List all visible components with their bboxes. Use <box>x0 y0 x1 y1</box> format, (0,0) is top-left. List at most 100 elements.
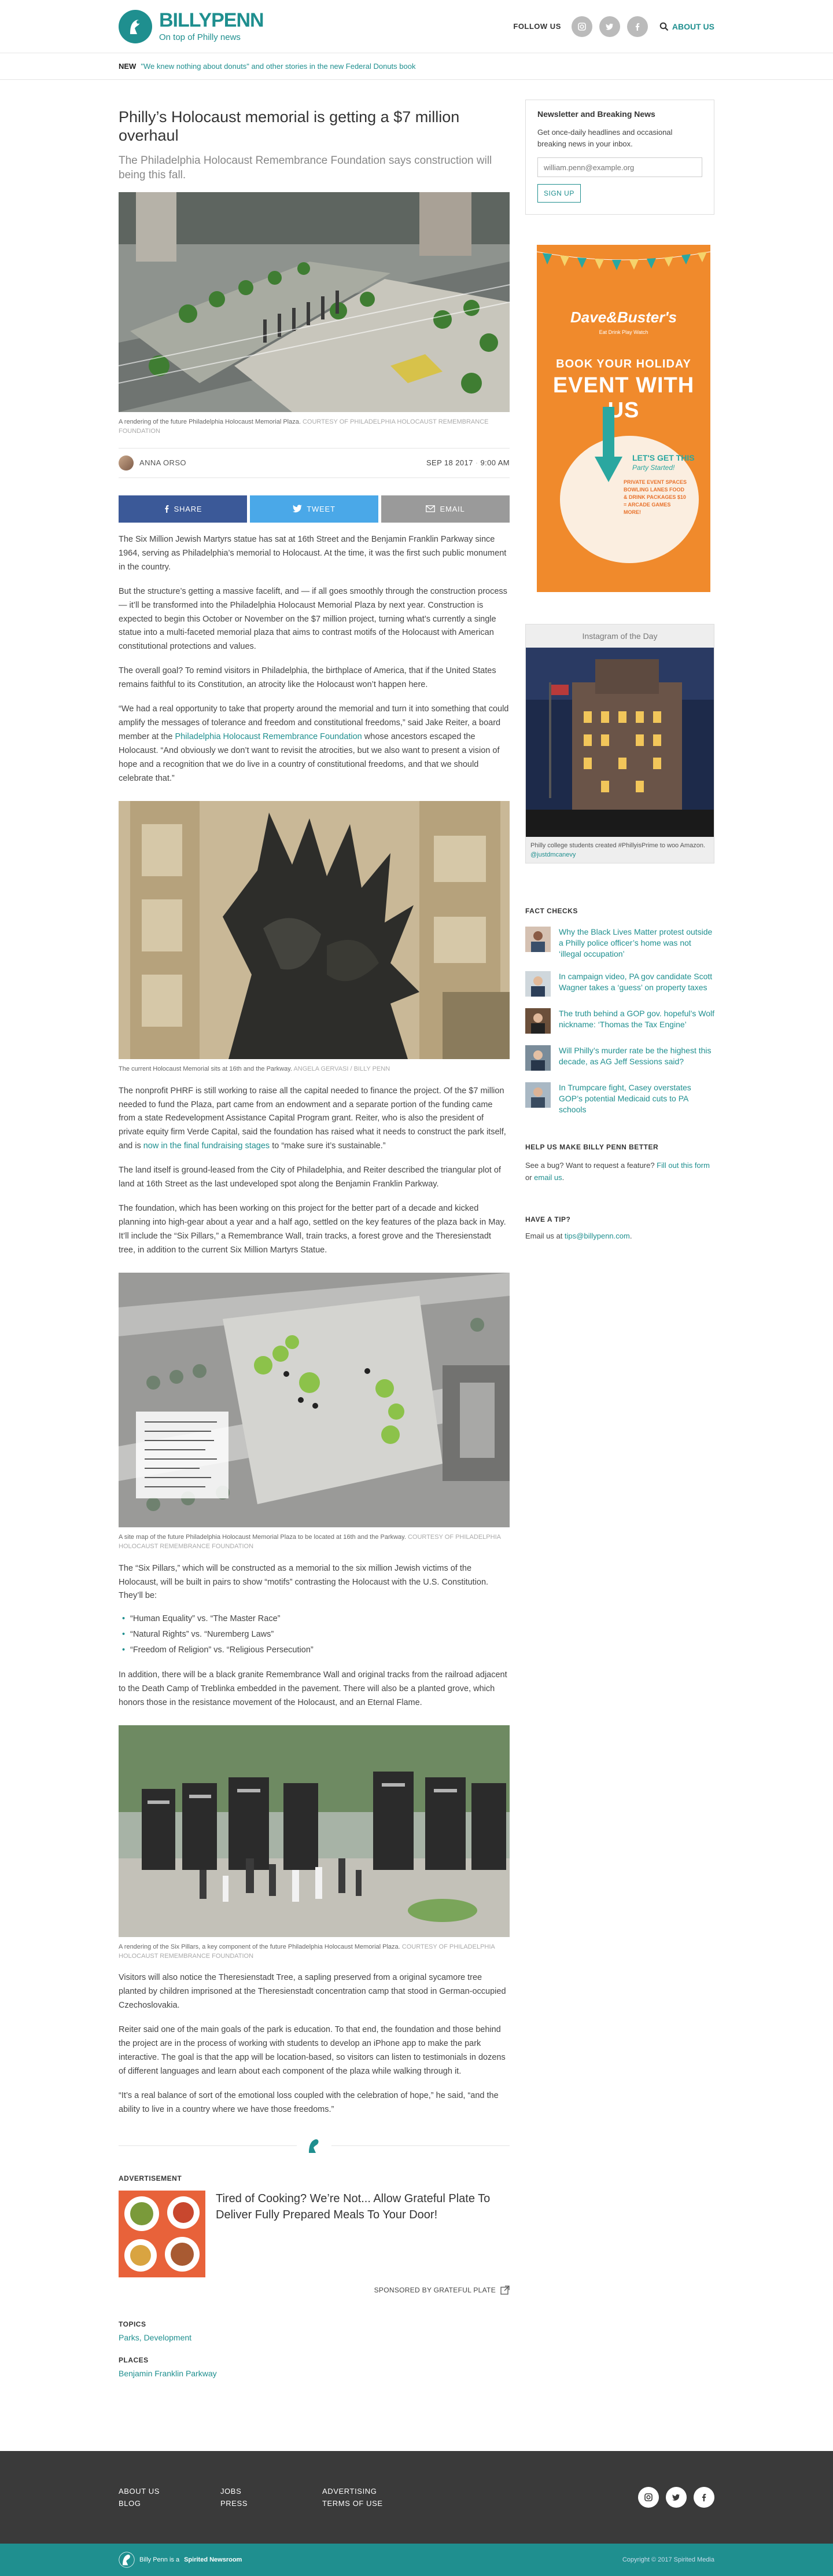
sponsor-line[interactable]: SPONSORED BY GRATEFUL PLATE <box>119 2285 510 2295</box>
instagram-image[interactable] <box>526 648 714 837</box>
paragraph: In addition, there will be a black grani… <box>119 1670 507 1707</box>
instagram-icon[interactable] <box>571 16 592 37</box>
facebook-icon[interactable] <box>694 2486 714 2508</box>
list-item: “Natural Rights” vs. “Nuremberg Laws” <box>122 1627 510 1642</box>
footer-link-advertising[interactable]: ADVERTISING <box>322 2487 424 2496</box>
footer-link-jobs[interactable]: JOBS <box>220 2487 322 2496</box>
about-us-link[interactable]: ABOUT US <box>659 22 714 31</box>
footer-link-press[interactable]: PRESS <box>220 2499 322 2508</box>
share-email-button[interactable]: EMAIL <box>381 495 510 523</box>
email-us-link[interactable]: email us <box>534 1173 562 1182</box>
ad-line-2: Party Started! <box>632 464 675 472</box>
instagram-user-link[interactable]: @justdmcanevy <box>526 851 714 863</box>
list-item[interactable]: Why the Black Lives Matter protest outsi… <box>525 927 714 960</box>
fact-check-link[interactable]: In campaign video, PA gov candidate Scot… <box>559 971 714 997</box>
phrf-link[interactable]: Philadelphia Holocaust Remembrance Found… <box>175 732 362 741</box>
ad-headline-link[interactable]: Tired of Cooking? We’re Not... Allow Gra… <box>216 2191 510 2277</box>
fact-check-thumbnail[interactable] <box>525 1082 551 1108</box>
tips-email-link[interactable]: tips@billypenn.com <box>565 1232 630 1240</box>
site-footer: ABOUT US JOBS ADVERTISING BLOG PRESS TER… <box>0 2450 833 2544</box>
list-item[interactable]: The truth behind a GOP gov. hopeful’s Wo… <box>525 1008 714 1034</box>
fact-check-thumbnail[interactable] <box>525 927 551 953</box>
help-section: HELP US MAKE BILLY PENN BETTER See a bug… <box>525 1143 714 1184</box>
instagram-icon[interactable] <box>638 2486 659 2508</box>
footer-link-about[interactable]: ABOUT US <box>119 2487 220 2496</box>
list-item[interactable]: Will Philly’s murder rate be the highest… <box>525 1045 714 1071</box>
author-name[interactable]: ANNA ORSO <box>139 458 186 467</box>
places-link[interactable]: Benjamin Franklin Parkway <box>119 2369 510 2378</box>
sidebar-ad-dave-busters[interactable]: Dave&Buster's Eat Drink Play Watch BOOK … <box>537 245 710 592</box>
paragraph: The overall goal? To remind visitors in … <box>119 666 496 690</box>
site-header: BILLYPENN On top of Philly news FOLLOW U… <box>0 0 833 53</box>
ad-headline-1: BOOK YOUR HOLIDAY <box>556 358 691 370</box>
ad-headline-2: EVENT WITH US <box>552 373 695 422</box>
share-facebook-button[interactable]: SHARE <box>119 495 247 523</box>
list-item: “Freedom of Religion” vs. “Religious Per… <box>122 1642 510 1658</box>
new-label: NEW <box>119 62 137 71</box>
footer-link-blog[interactable]: BLOG <box>119 2499 220 2508</box>
site-map-image <box>119 1272 510 1527</box>
statue-caption: The current Holocaust Memorial sits at 1… <box>119 1065 510 1074</box>
site-map-figure: A site map of the future Philadelphia Ho… <box>119 1272 510 1552</box>
article: Philly’s Holocaust memorial is getting a… <box>118 100 510 2378</box>
tip-section: HAVE A TIP? Email us at tips@billypenn.c… <box>525 1215 714 1240</box>
paragraph: The nonprofit PHRF is still working to r… <box>119 1085 510 1154</box>
paragraph: Reiter said one of the main goals of the… <box>119 2025 506 2077</box>
fact-check-thumbnail[interactable] <box>525 1045 551 1071</box>
feedback-form-link[interactable]: Fill out this form <box>657 1161 710 1170</box>
facebook-icon[interactable] <box>626 16 648 37</box>
bottom-bar: Billy Penn is a Spirited Newsroom Copyri… <box>0 2543 833 2576</box>
footer-link-terms[interactable]: TERMS OF USE <box>322 2499 424 2508</box>
pillars-list: “Human Equality” vs. “The Master Race” “… <box>119 1611 510 1658</box>
ad-image-meals[interactable] <box>119 2190 205 2277</box>
newsletter-box: Newsletter and Breaking News Get once-da… <box>525 100 714 215</box>
fundraising-link[interactable]: now in the final fundraising stages <box>143 1141 270 1151</box>
newsletter-text: Get once-daily headlines and occasional … <box>537 128 673 148</box>
new-story-link[interactable]: "We knew nothing about donuts" and other… <box>141 62 415 71</box>
logo-icon <box>119 9 152 43</box>
email-field[interactable] <box>537 157 702 177</box>
paragraph: “We had a real opportunity to take that … <box>119 703 510 786</box>
fact-check-link[interactable]: Why the Black Lives Matter protest outsi… <box>559 927 714 960</box>
share-email-label[interactable]: EMAIL <box>440 505 465 513</box>
pillars-caption: A rendering of the Six Pillars, a key co… <box>119 1943 510 1961</box>
help-text-part: See a bug? Want to request a feature? <box>525 1160 657 1170</box>
author-avatar <box>119 455 134 471</box>
sign-up-button[interactable]: SIGN UP <box>537 184 581 203</box>
fact-check-thumbnail[interactable] <box>525 971 551 997</box>
hero-figure: A rendering of the future Philadelphia H… <box>118 192 510 436</box>
paragraph: But the structure’s getting a massive fa… <box>119 586 507 652</box>
logo-link[interactable]: BILLYPENN On top of Philly news <box>119 9 264 43</box>
list-item[interactable]: In campaign video, PA gov candidate Scot… <box>525 971 714 997</box>
sponsored-ad[interactable]: Tired of Cooking? We’re Not... Allow Gra… <box>119 2190 510 2277</box>
twitter-icon[interactable] <box>666 2486 687 2508</box>
help-text-part: or <box>525 1173 535 1182</box>
advertisement-label: ADVERTISEMENT <box>119 2174 182 2182</box>
site-map-caption-text: A site map of the future Philadelphia Ho… <box>119 1533 406 1541</box>
tip-text-part: Email us at <box>525 1231 565 1240</box>
sponsor-text[interactable]: SPONSORED BY GRATEFUL PLATE <box>374 2286 496 2294</box>
pillars-figure: A rendering of the Six Pillars, a key co… <box>119 1725 510 1961</box>
credit-text: Billy Penn is a <box>139 2556 180 2563</box>
pillars-caption-text: A rendering of the Six Pillars, a key co… <box>119 1943 400 1950</box>
share-twitter-button[interactable]: TWEET <box>250 495 378 523</box>
about-us-label[interactable]: ABOUT US <box>672 22 714 31</box>
fact-check-link[interactable]: In Trumpcare fight, Casey overstates GOP… <box>559 1082 714 1115</box>
fact-check-link[interactable]: The truth behind a GOP gov. hopeful’s Wo… <box>559 1008 714 1034</box>
fact-check-link[interactable]: Will Philly’s murder rate be the highest… <box>559 1045 714 1071</box>
share-facebook-label[interactable]: SHARE <box>174 505 202 513</box>
copyright: Copyright © 2017 Spirited Media <box>622 2556 714 2563</box>
list-item[interactable]: In Trumpcare fight, Casey overstates GOP… <box>525 1082 714 1115</box>
author[interactable]: ANNA ORSO <box>119 455 186 471</box>
topics-links[interactable]: Parks, Development <box>119 2333 510 2342</box>
external-link-icon[interactable] <box>500 2285 510 2295</box>
places-heading: PLACES <box>119 2355 149 2364</box>
tip-text-part: . <box>629 1231 632 1240</box>
fact-check-thumbnail[interactable] <box>525 1008 551 1034</box>
tip-text: Email us at tips@billypenn.com. <box>525 1232 714 1240</box>
spirited-newsroom-link[interactable]: Spirited Newsroom <box>184 2556 242 2563</box>
statue-caption-text: The current Holocaust Memorial sits at 1… <box>119 1065 292 1072</box>
share-twitter-label[interactable]: TWEET <box>307 505 336 513</box>
twitter-icon[interactable] <box>599 16 620 37</box>
search-icon[interactable] <box>659 22 669 31</box>
